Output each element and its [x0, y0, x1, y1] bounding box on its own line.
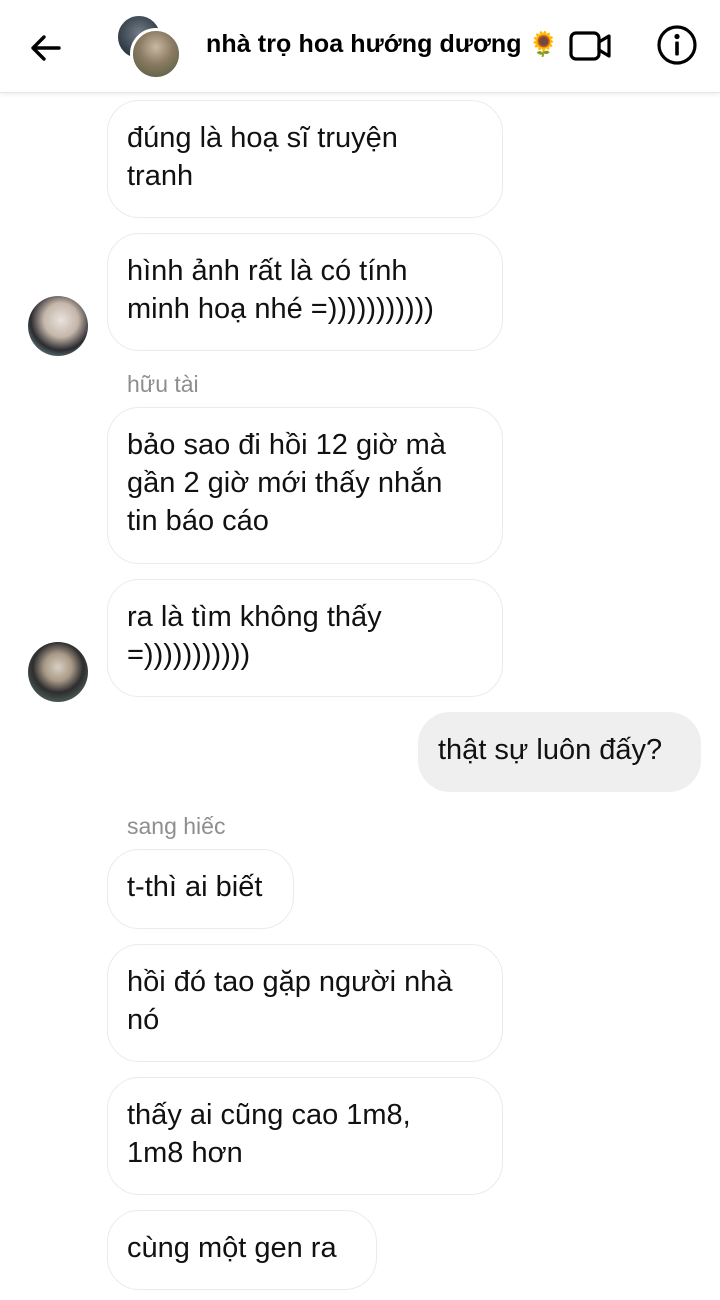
info-icon	[657, 25, 697, 65]
message-bubble[interactable]: bảo sao đi hồi 12 giờ mà gần 2 giờ mới t…	[107, 407, 503, 564]
sender-name: sang hiếc	[127, 813, 226, 839]
message-text: ra là tìm không thấy =)))))))))))	[127, 601, 382, 671]
message-bubble[interactable]: đúng là hoạ sĩ truyện tranh	[107, 100, 503, 218]
member-avatar	[130, 28, 182, 80]
video-camera-icon	[569, 31, 611, 61]
message-text: hình ảnh rất là có tính minh hoạ nhé =))…	[127, 255, 434, 325]
info-button[interactable]	[654, 22, 700, 68]
sunflower-emoji: 🌻	[528, 31, 559, 58]
message-bubble[interactable]: hình ảnh rất là có tính minh hoạ nhé =))…	[107, 233, 503, 351]
message-bubble[interactable]: ra là tìm không thấy =)))))))))))	[107, 579, 503, 697]
message-text: t-thì ai biết	[127, 871, 263, 903]
message-text: cùng một gen ra	[127, 1232, 337, 1264]
message-bubble[interactable]: cùng một gen ra	[107, 1210, 377, 1290]
chat-title-text: nhà trọ hoa hướng dương	[206, 30, 522, 58]
group-avatar[interactable]	[116, 14, 182, 80]
message-text: bảo sao đi hồi 12 giờ mà gần 2 giờ mới t…	[127, 429, 446, 537]
message-text: hồi đó tao gặp người nhà nó	[127, 966, 453, 1036]
chat-screen: nhà trọ hoa hướng dương 🌻 đúng là hoạ sĩ…	[0, 0, 720, 1300]
message-bubble[interactable]: t-thì ai biết	[107, 849, 294, 929]
sent-message-bubble[interactable]: thật sự luôn đấy?	[418, 712, 701, 792]
chat-header: nhà trọ hoa hướng dương 🌻	[0, 0, 720, 93]
message-text: thấy ai cũng cao 1m8, 1m8 hơn	[127, 1099, 411, 1169]
chat-title[interactable]: nhà trọ hoa hướng dương 🌻	[206, 30, 559, 59]
arrow-left-icon	[31, 35, 61, 61]
message-bubble[interactable]: hồi đó tao gặp người nhà nó	[107, 944, 503, 1062]
sender-name: hữu tài	[127, 371, 199, 397]
back-button[interactable]	[22, 24, 70, 72]
message-text: thật sự luôn đấy?	[438, 734, 663, 766]
video-call-button[interactable]	[566, 26, 616, 66]
message-text: đúng là hoạ sĩ truyện tranh	[127, 122, 398, 192]
message-bubble[interactable]: thấy ai cũng cao 1m8, 1m8 hơn	[107, 1077, 503, 1195]
avatar[interactable]	[28, 642, 88, 702]
avatar[interactable]	[28, 296, 88, 356]
